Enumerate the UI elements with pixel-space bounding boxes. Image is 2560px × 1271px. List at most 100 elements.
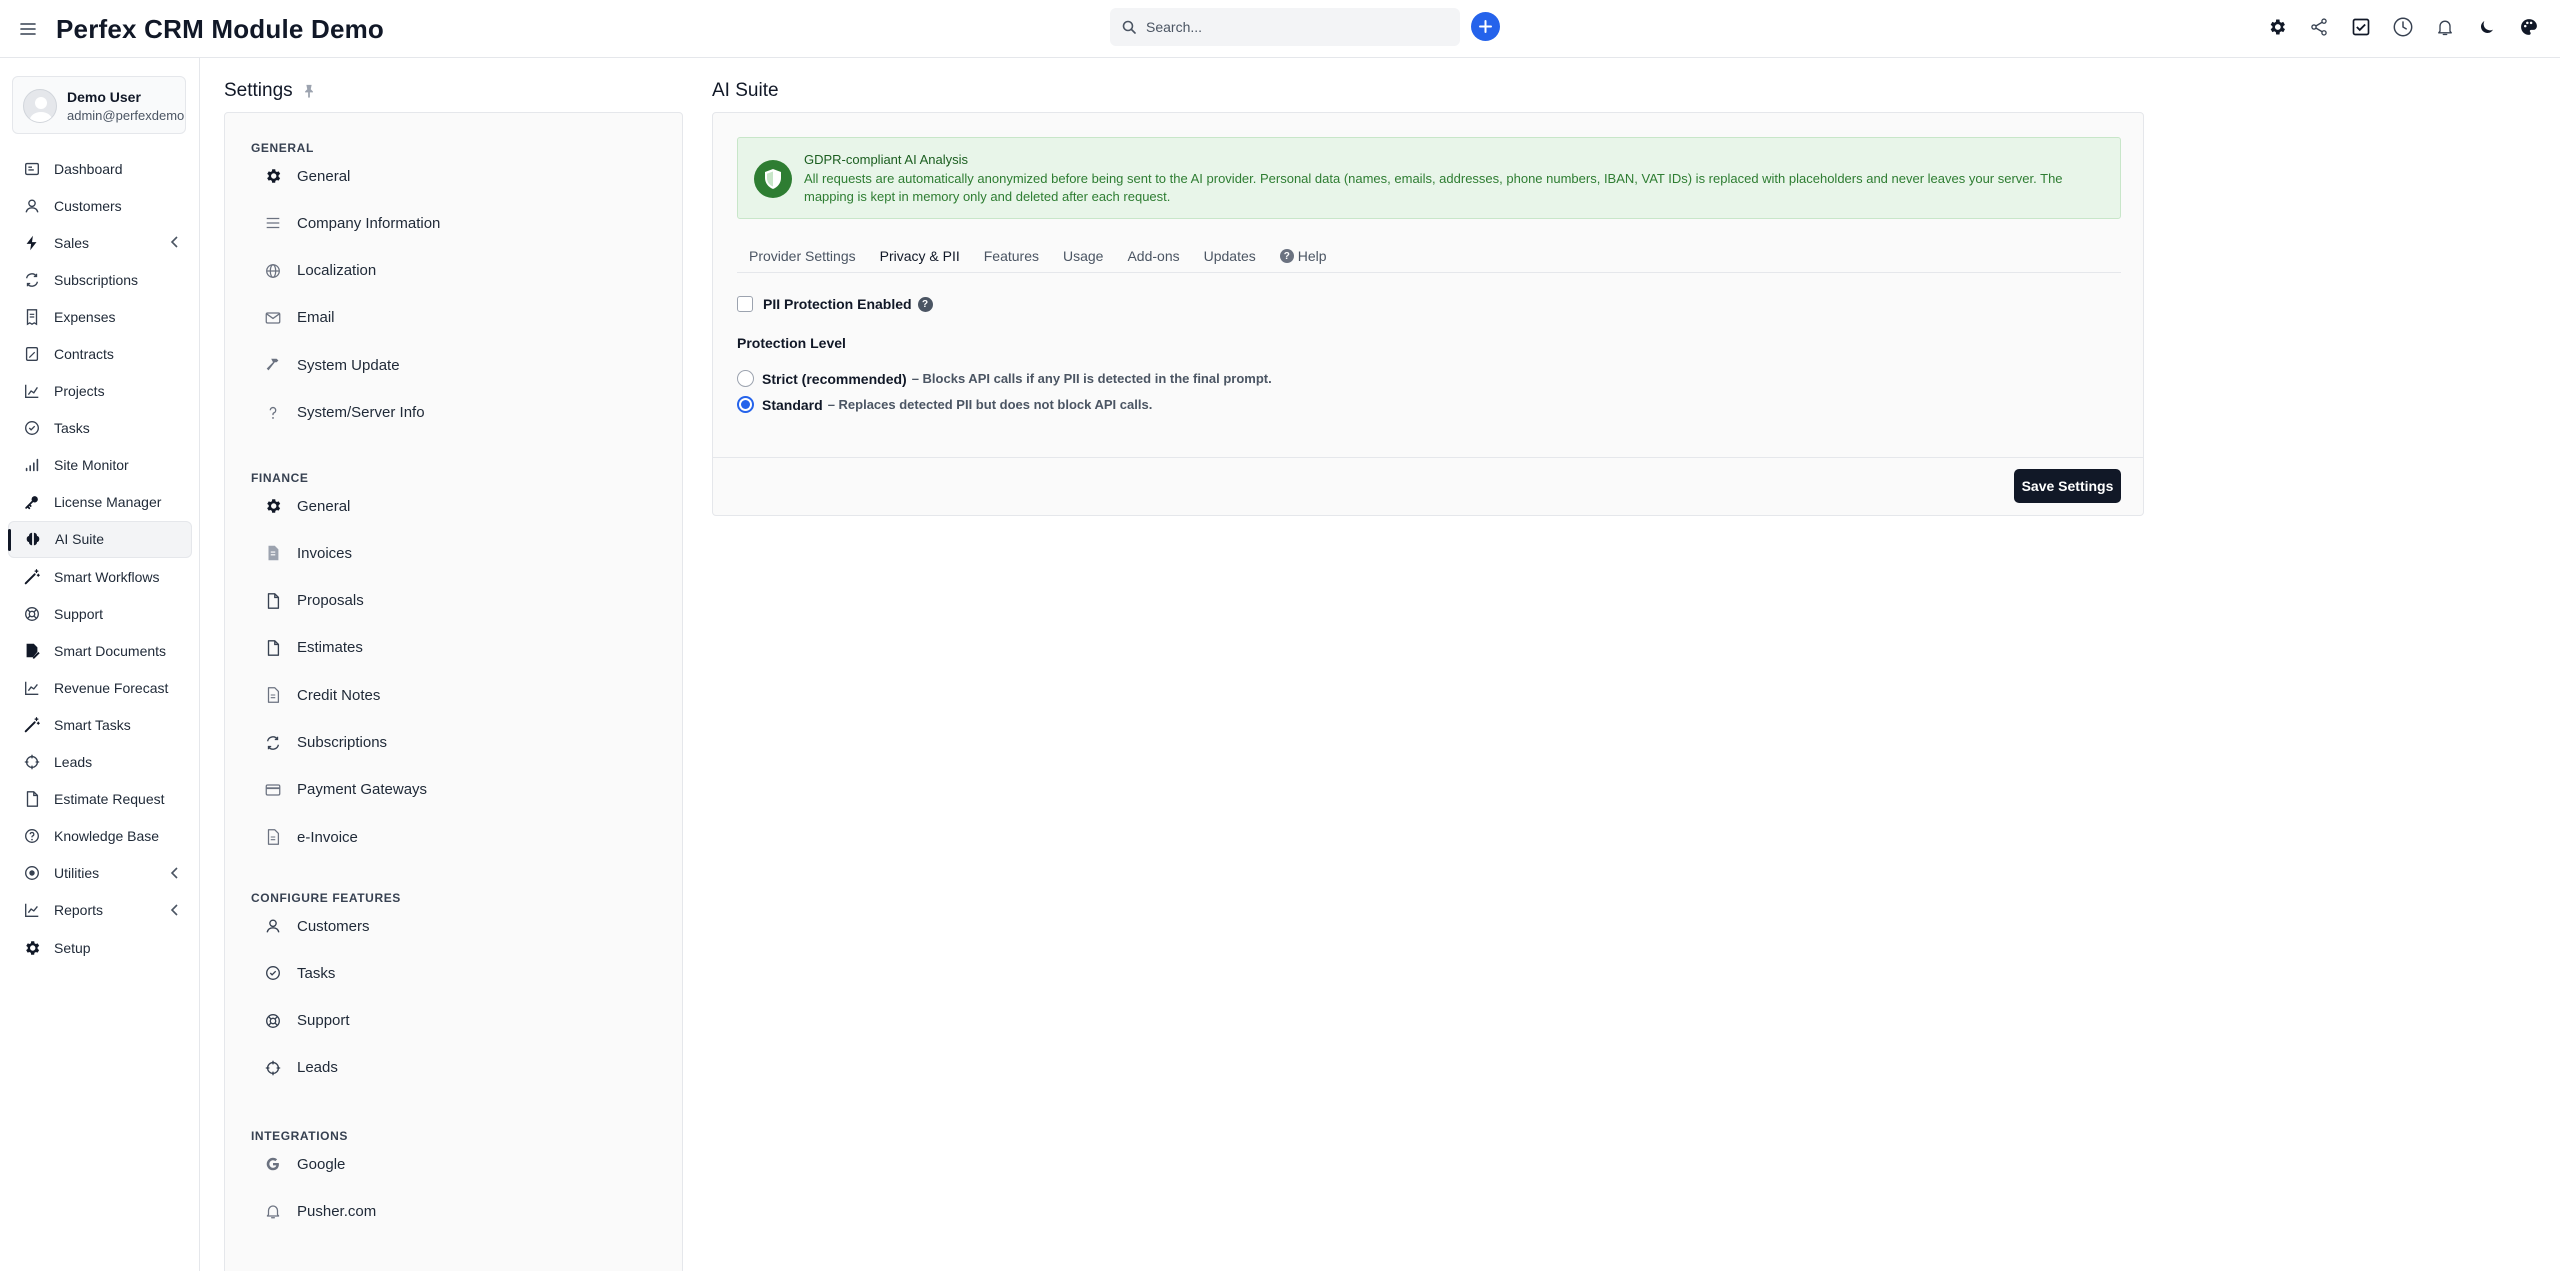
sidebar-item-customers[interactable]: Customers (8, 187, 192, 224)
protection-option-strict[interactable]: Strict (recommended) – Blocks API calls … (737, 370, 1272, 387)
sidebar-item-tasks[interactable]: Tasks (8, 410, 192, 447)
settings-group-title: FINANCE (251, 471, 309, 485)
settings-item-label: Localization (297, 262, 377, 280)
clock-icon[interactable] (2391, 15, 2414, 38)
standard-radio[interactable] (737, 396, 754, 413)
settings-item-support[interactable]: Support (263, 1006, 350, 1036)
settings-item-label: Estimates (297, 639, 363, 657)
sidebar-item-label: Sales (54, 234, 90, 251)
settings-item-invoices[interactable]: Invoices (263, 538, 352, 568)
share-icon[interactable] (2307, 15, 2330, 38)
trend-icon (22, 900, 42, 920)
settings-item-subscriptions[interactable]: Subscriptions (263, 728, 387, 758)
pii-protection-checkbox[interactable] (737, 296, 753, 312)
settings-item-leads[interactable]: Leads (263, 1053, 338, 1083)
settings-item-credit-notes[interactable]: Credit Notes (263, 680, 380, 710)
lifebuoy-icon (22, 604, 42, 624)
settings-item-system-update[interactable]: System Update (263, 350, 400, 380)
settings-item-label: Tasks (297, 964, 336, 982)
moon-icon[interactable] (2475, 15, 2498, 38)
sidebar-item-ai-suite[interactable]: AI Suite (8, 520, 192, 559)
tab-label: Provider Settings (749, 248, 856, 264)
sidebar-item-reports[interactable]: Reports (8, 892, 192, 929)
sidebar-item-revenue-forecast[interactable]: Revenue Forecast (8, 669, 192, 706)
settings-item-label: Credit Notes (297, 686, 381, 704)
sidebar-item-smart-documents[interactable]: Smart Documents (8, 632, 192, 669)
question-icon[interactable]: ? (917, 296, 933, 312)
task-check-icon[interactable] (2349, 15, 2372, 38)
chevron-left-icon[interactable] (170, 236, 180, 248)
tab-add-ons[interactable]: Add-ons (1115, 239, 1191, 273)
hammer-icon (263, 355, 283, 375)
pin-icon[interactable] (302, 84, 316, 98)
quick-create-button[interactable] (1471, 12, 1500, 41)
settings-item-localization[interactable]: Localization (263, 256, 376, 286)
refresh-icon (263, 733, 283, 753)
lifebuoy-icon (263, 1011, 283, 1031)
sidebar-item-expenses[interactable]: Expenses (8, 298, 192, 335)
sidebar-item-sales[interactable]: Sales (8, 224, 192, 261)
refresh-icon (22, 270, 42, 290)
tab-privacy-pii[interactable]: Privacy & PII (868, 239, 972, 273)
search-box[interactable] (1110, 8, 1460, 46)
settings-item-customers[interactable]: Customers (263, 911, 370, 941)
settings-item-email[interactable]: Email (263, 303, 335, 333)
settings-item-proposals[interactable]: Proposals (263, 586, 364, 616)
dashboard-icon (22, 159, 42, 179)
chevron-left-icon[interactable] (170, 867, 180, 879)
standard-description: – Replaces detected PII but does not blo… (827, 397, 1153, 412)
gdpr-alert: GDPR-compliant AI Analysis All requests … (737, 137, 2121, 219)
sidebar-item-dashboard[interactable]: Dashboard (8, 150, 192, 187)
sidebar-item-knowledge-base[interactable]: Knowledge Base (8, 818, 192, 855)
check-circle-icon (263, 963, 283, 983)
receipt-icon (22, 307, 42, 327)
sidebar-item-smart-tasks[interactable]: Smart Tasks (8, 706, 192, 743)
user-email: admin@perfexdemo.c... (67, 108, 185, 123)
sidebar-item-projects[interactable]: Projects (8, 373, 192, 410)
settings-item-general[interactable]: General (263, 491, 350, 521)
strict-radio[interactable] (737, 370, 754, 387)
tab-updates[interactable]: Updates (1192, 239, 1268, 273)
tab-help[interactable]: ? Help (1268, 239, 1339, 273)
chevron-left-icon[interactable] (170, 904, 180, 916)
settings-item-label: Pusher.com (297, 1202, 377, 1220)
sidebar-item-subscriptions[interactable]: Subscriptions (8, 261, 192, 298)
tab-usage[interactable]: Usage (1051, 239, 1115, 273)
ai-suite-settings-card: GDPR-compliant AI Analysis All requests … (712, 112, 2144, 516)
settings-item-pusher-com[interactable]: Pusher.com (263, 1196, 376, 1226)
sidebar-item-license-manager[interactable]: License Manager (8, 484, 192, 521)
sidebar-item-utilities[interactable]: Utilities (8, 855, 192, 892)
tab-provider-settings[interactable]: Provider Settings (737, 239, 868, 273)
settings-item-system-server-info[interactable]: System/Server Info (263, 398, 425, 428)
sidebar-item-label: Smart Workflows (54, 568, 160, 585)
settings-title: Settings (224, 80, 293, 101)
sidebar-item-label: Setup (54, 939, 91, 956)
tab-label: Privacy & PII (879, 248, 960, 264)
settings-item-estimates[interactable]: Estimates (263, 633, 363, 663)
sidebar-item-setup[interactable]: Setup (8, 929, 192, 966)
sidebar-item-estimate-request[interactable]: Estimate Request (8, 781, 192, 818)
settings-item-company-information[interactable]: Company Information (263, 208, 440, 238)
sidebar-item-site-monitor[interactable]: Site Monitor (8, 447, 192, 484)
settings-item-google[interactable]: Google (263, 1149, 345, 1179)
settings-group-title: CONFIGURE FEATURES (251, 891, 401, 905)
tab-label: Usage (1063, 248, 1104, 264)
sidebar-item-leads[interactable]: Leads (8, 744, 192, 781)
protection-option-standard[interactable]: Standard – Replaces detected PII but doe… (737, 396, 1152, 413)
tab-features[interactable]: Features (972, 239, 1051, 273)
hamburger-menu-icon[interactable] (14, 17, 42, 41)
palette-icon[interactable] (2517, 15, 2540, 38)
gear-icon[interactable] (2265, 15, 2288, 38)
user-profile-card[interactable]: Demo User admin@perfexdemo.c... (12, 76, 186, 134)
settings-item-e-invoice[interactable]: e-Invoice (263, 822, 358, 852)
bell-icon[interactable] (2433, 15, 2456, 38)
settings-item-payment-gateways[interactable]: Payment Gateways (263, 775, 427, 805)
settings-item-general[interactable]: General (263, 161, 350, 191)
sidebar-item-smart-workflows[interactable]: Smart Workflows (8, 558, 192, 595)
sidebar-item-contracts[interactable]: Contracts (8, 335, 192, 372)
save-settings-button[interactable]: Save Settings (2014, 469, 2121, 503)
search-input[interactable] (1146, 19, 1446, 35)
sidebar-item-support[interactable]: Support (8, 595, 192, 632)
credit-card-icon (263, 780, 283, 800)
settings-item-tasks[interactable]: Tasks (263, 958, 335, 988)
